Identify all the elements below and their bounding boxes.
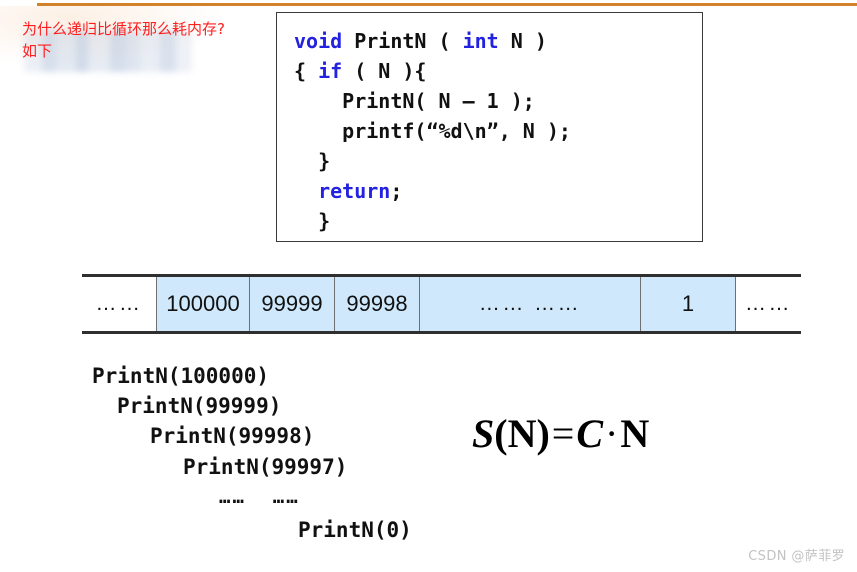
code-text: PrintN (	[342, 29, 463, 53]
trace-line: PrintN(100000)	[92, 364, 270, 388]
slide-canvas: 为什么递归比循环那么耗内存? 如下 void PrintN ( int N ){…	[0, 0, 857, 572]
code-line: { if ( N ){	[294, 56, 571, 86]
formula-equals-sign: =	[551, 411, 575, 456]
top-divider-rule	[37, 3, 857, 6]
trace-line: PrintN(99999)	[117, 394, 282, 418]
code-keyword: void	[294, 29, 343, 53]
formula-s-symbol: S	[472, 411, 495, 456]
code-line: }	[294, 146, 571, 176]
formula-multiply-dot: ·	[605, 411, 619, 456]
code-text: N )	[498, 29, 547, 53]
code-text: printf(“%d\n”, N );	[294, 119, 571, 143]
csdn-watermark: CSDN @萨菲罗	[748, 549, 845, 564]
code-line: printf(“%d\n”, N );	[294, 116, 571, 146]
code-snippet-box: void PrintN ( int N ){ if ( N ){ PrintN(…	[276, 12, 703, 242]
code-line: return;	[294, 176, 571, 206]
annotation-followup-line: 如下	[22, 42, 53, 60]
call-stack-table: …… 100000 99999 99998 …… …… 1 ……	[82, 274, 801, 334]
code-keyword: int	[462, 29, 499, 53]
code-keyword: if	[318, 59, 343, 83]
stack-frame-cell: ……	[82, 277, 157, 331]
stack-frame-label: ……	[745, 292, 792, 315]
code-snippet-text: void PrintN ( int N ){ if ( N ){ PrintN(…	[294, 26, 571, 236]
stack-frame-label: …… ……	[478, 292, 582, 315]
code-line: PrintN( N – 1 );	[294, 86, 571, 116]
code-text: }	[294, 209, 331, 233]
stack-frame-cell: 100000	[157, 277, 250, 331]
code-text: PrintN( N – 1 );	[294, 89, 535, 113]
stack-frame-cell: 99998	[335, 277, 420, 331]
space-complexity-formula: S(N)=C·N	[472, 410, 649, 457]
formula-c-symbol: C	[576, 411, 604, 456]
code-keyword: return	[318, 179, 391, 203]
code-line: }	[294, 206, 571, 236]
stack-frame-cell: …… ……	[420, 277, 641, 331]
stack-frame-label: ……	[95, 292, 143, 315]
formula-open-paren: (	[494, 411, 508, 456]
stack-frame-label: 100000	[166, 291, 240, 316]
trace-base-case-line: PrintN(0)	[298, 518, 412, 542]
stack-frame-cell: 1	[641, 277, 736, 331]
stack-frame-label: 99999	[261, 291, 323, 316]
trace-line: PrintN(99997)	[183, 455, 348, 479]
code-text: ( N ){	[342, 59, 427, 83]
code-text: }	[294, 149, 331, 173]
stack-frame-cell: ……	[736, 277, 801, 331]
stack-frame-label: 1	[681, 291, 695, 316]
trace-ellipsis: …… ……	[219, 486, 300, 508]
stack-frame-label: 99998	[346, 291, 408, 316]
formula-close-paren: )	[536, 411, 550, 456]
code-line: void PrintN ( int N )	[294, 26, 571, 56]
trace-line: PrintN(99998)	[150, 424, 315, 448]
code-text: ;	[390, 179, 403, 203]
code-text: {	[294, 59, 319, 83]
formula-n-term: N	[620, 411, 650, 456]
formula-n-argument: N	[507, 411, 537, 456]
annotation-question-line: 为什么递归比循环那么耗内存?	[22, 20, 225, 38]
stack-frame-cell: 99999	[250, 277, 335, 331]
